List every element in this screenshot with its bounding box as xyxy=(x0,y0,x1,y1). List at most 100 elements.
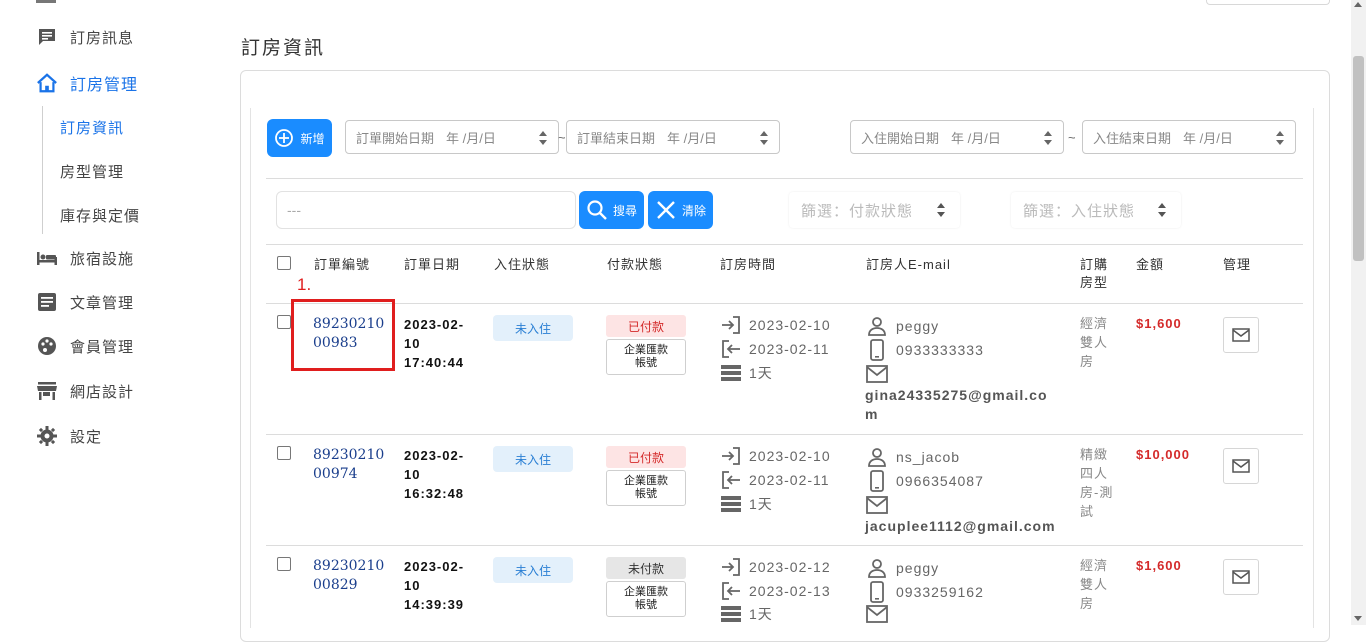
checkin-date-text: 2023-02-12 xyxy=(749,559,831,575)
header-stay-status: 入住狀態 xyxy=(494,257,551,272)
payment-method-line: 企業匯款 xyxy=(624,586,668,598)
nights-icon xyxy=(720,494,742,514)
stay-status-badge: 未入住 xyxy=(493,315,573,341)
checkout-date: 2023-02-11 xyxy=(720,339,830,359)
row-divider xyxy=(266,434,1303,435)
guest-email-line: gina24335275@gmail.co xyxy=(865,387,1048,403)
sidebar-item-booking-message[interactable]: 訂房訊息 xyxy=(36,26,134,48)
order-number-link[interactable]: 89230210 00829 xyxy=(313,557,384,595)
room-type-line: 房 xyxy=(1080,354,1095,369)
nights-text: 1天 xyxy=(749,606,773,622)
sidebar-item-label: 設定 xyxy=(70,428,103,446)
sidebar-top-fragment xyxy=(36,0,56,3)
mail-icon xyxy=(1232,570,1250,584)
mail-icon xyxy=(866,494,888,516)
person-icon xyxy=(866,315,888,337)
checkin-start-date-label: 入住開始日期 xyxy=(861,130,940,146)
guest-phone-text: 0933333333 xyxy=(896,342,984,358)
order-date-line: 2023-02- xyxy=(404,317,465,332)
page-scrollbar[interactable] xyxy=(1351,0,1366,625)
scroll-up-arrow-icon[interactable] xyxy=(1354,2,1362,7)
row-checkbox[interactable] xyxy=(277,557,291,571)
checkin-start-date-input[interactable]: 入住開始日期 年 /月/日 xyxy=(850,120,1064,154)
scroll-down-arrow-icon[interactable] xyxy=(1354,616,1362,621)
top-right-control-fragment[interactable] xyxy=(1206,0,1330,5)
guest-email-icon-row xyxy=(866,363,896,385)
order-date-line: 2023-02- xyxy=(404,448,465,463)
sidebar-item-facilities[interactable]: 旅宿設施 xyxy=(36,247,134,269)
search-button[interactable]: 搜尋 xyxy=(579,191,644,229)
submenu-line xyxy=(42,106,43,234)
row-checkbox[interactable] xyxy=(277,446,291,460)
login-icon xyxy=(720,315,742,335)
payment-method-button[interactable]: 企業匯款 帳號 xyxy=(606,581,686,617)
guest-name: peggy xyxy=(866,557,939,579)
room-type-line: 經濟 xyxy=(1080,558,1109,573)
sidebar-item-store-design[interactable]: 網店設計 xyxy=(36,380,134,402)
clear-button-label: 清除 xyxy=(681,203,706,218)
payment-status-badge: 已付款 xyxy=(606,315,686,337)
sidebar-item-label: 訂房管理 xyxy=(70,77,139,94)
order-date: 2023-02- 10 16:32:48 xyxy=(404,446,464,503)
payment-method-button[interactable]: 企業匯款 帳號 xyxy=(606,470,686,506)
sidebar-item-articles[interactable]: 文章管理 xyxy=(36,291,134,313)
order-date-line: 2023-02- xyxy=(404,559,465,574)
login-icon xyxy=(720,446,742,466)
stay-status-filter[interactable]: 篩選：入住狀態 xyxy=(1011,192,1181,228)
search-input[interactable]: --- xyxy=(276,191,576,229)
order-start-date-placeholder: 年 /月/日 xyxy=(446,130,496,146)
checkout-date-text: 2023-02-13 xyxy=(749,583,831,599)
login-icon xyxy=(720,557,742,577)
payment-method-line: 帳號 xyxy=(635,357,657,369)
payment-status-badge: 未付款 xyxy=(606,557,686,579)
nights-icon xyxy=(720,363,742,383)
send-mail-button[interactable] xyxy=(1223,317,1259,353)
order-start-date-label: 訂單開始日期 xyxy=(356,130,435,146)
order-start-date-input[interactable]: 訂單開始日期 年 /月/日 xyxy=(345,120,559,154)
room-type-line: 房 xyxy=(1080,596,1095,611)
person-icon xyxy=(866,557,888,579)
send-mail-button[interactable] xyxy=(1223,559,1259,595)
payment-status-filter-label: 篩選：付款狀態 xyxy=(801,202,914,220)
header-guest-email: 訂房人E-mail xyxy=(866,257,951,272)
order-date-line: 10 xyxy=(404,467,421,482)
sidebar-item-settings[interactable]: 設定 xyxy=(36,425,102,447)
payment-status-filter[interactable]: 篩選：付款狀態 xyxy=(789,192,960,228)
header-room-type-line: 訂購 xyxy=(1080,257,1109,272)
header-room-type-line: 房型 xyxy=(1080,275,1109,290)
palette-icon xyxy=(36,335,58,357)
room-type: 精緻 四人 房-測 試 xyxy=(1080,445,1114,521)
checkin-date-text: 2023-02-10 xyxy=(749,317,831,333)
select-all-checkbox[interactable] xyxy=(277,256,291,270)
order-number-line: 00974 xyxy=(313,466,358,482)
payment-method-button[interactable]: 企業匯款 帳號 xyxy=(606,339,686,375)
clear-button[interactable]: 清除 xyxy=(648,191,713,229)
order-number-link[interactable]: 89230210 00974 xyxy=(313,446,384,484)
sidebar-subitem-room-types[interactable]: 房型管理 xyxy=(60,161,124,182)
guest-email-line: m xyxy=(865,406,879,422)
payment-status-badge: 已付款 xyxy=(606,446,686,468)
nights-icon xyxy=(720,604,742,624)
gear-icon xyxy=(36,425,58,447)
spinner-icon xyxy=(1276,131,1284,145)
date-range-separator: ~ xyxy=(1068,130,1076,145)
add-button[interactable]: 新增 xyxy=(267,119,332,157)
header-order-no: 訂單編號 xyxy=(314,257,371,272)
sidebar-item-members[interactable]: 會員管理 xyxy=(36,335,134,357)
guest-name-text: peggy xyxy=(896,318,940,334)
guest-phone: 0933259162 xyxy=(866,581,984,603)
scrollbar-thumb[interactable] xyxy=(1353,56,1364,261)
sidebar-subitem-inventory-pricing[interactable]: 庫存與定價 xyxy=(60,205,140,226)
message-icon xyxy=(36,26,58,48)
row-checkbox[interactable] xyxy=(277,315,291,329)
header-order-date: 訂單日期 xyxy=(404,257,461,272)
order-date-line: 10 xyxy=(404,578,421,593)
send-mail-button[interactable] xyxy=(1223,448,1259,484)
header-room-type: 訂購 房型 xyxy=(1080,256,1108,292)
sidebar-item-booking-management[interactable]: 訂房管理 xyxy=(36,71,138,95)
sidebar-subitem-booking-info[interactable]: 訂房資訊 xyxy=(60,117,124,138)
order-number-line: 00829 xyxy=(313,577,358,593)
checkin-end-date-input[interactable]: 入住結束日期 年 /月/日 xyxy=(1082,120,1296,154)
order-end-date-input[interactable]: 訂單結束日期 年 /月/日 xyxy=(566,120,780,154)
person-icon xyxy=(866,446,888,468)
